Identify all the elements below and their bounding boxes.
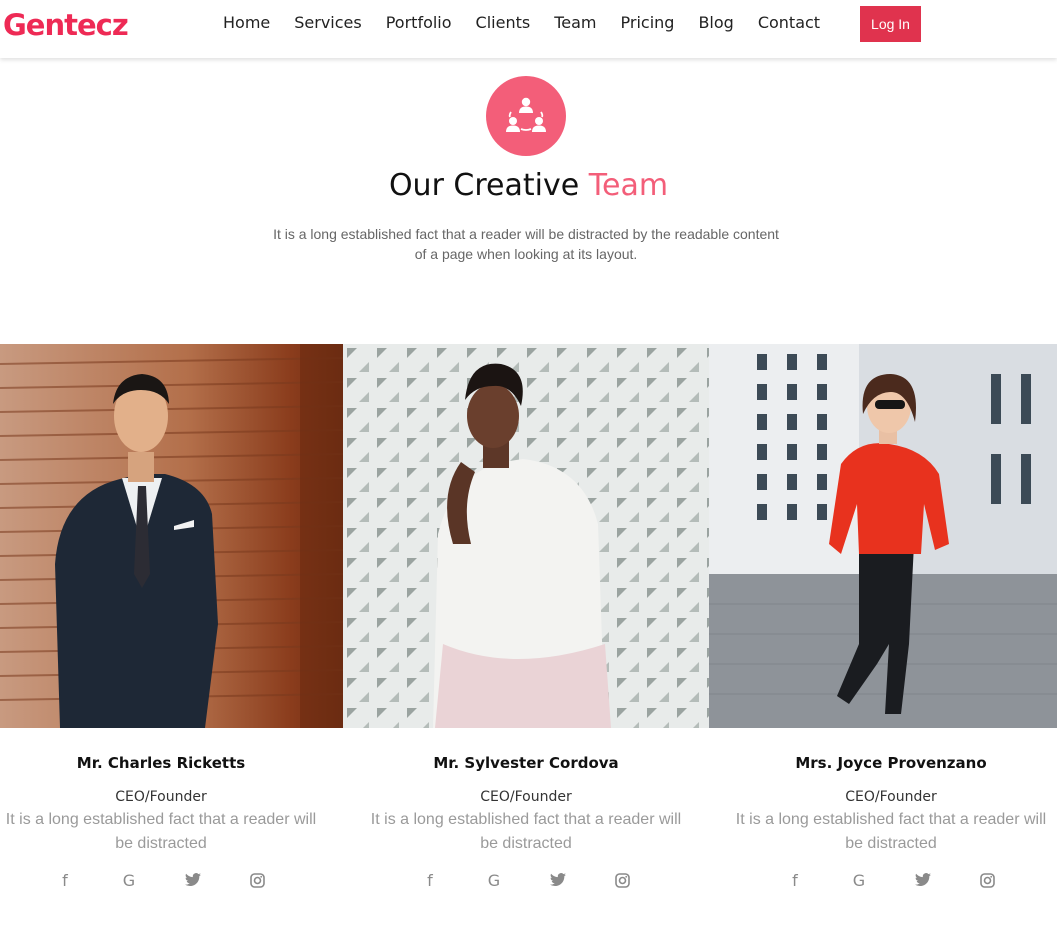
nav-portfolio[interactable]: Portfolio	[374, 12, 464, 34]
member-name: Mr. Charles Ricketts	[76, 754, 246, 772]
instagram-icon[interactable]	[612, 870, 632, 890]
section-title: Our Creative Team	[0, 168, 1057, 203]
team-card-2: Mr. Sylvester Cordova CEO/Founder It is …	[365, 740, 687, 856]
member-role: CEO/Founder	[480, 789, 572, 805]
twitter-icon[interactable]	[913, 870, 933, 890]
team-icon-badge	[486, 76, 566, 156]
instagram-icon[interactable]	[247, 870, 267, 890]
member-role: CEO/Founder	[115, 789, 207, 805]
team-card-3: Mrs. Joyce Provenzano CEO/Founder It is …	[730, 740, 1052, 856]
member-bio: It is a long established fact that a rea…	[370, 811, 682, 852]
section-title-accent: Team	[588, 168, 669, 203]
team-photo-3	[709, 344, 1057, 728]
instagram-icon[interactable]	[977, 870, 997, 890]
section-description: It is a long established fact that a rea…	[273, 226, 779, 262]
nav-team[interactable]: Team	[542, 12, 608, 34]
member-name: Mrs. Joyce Provenzano	[795, 754, 987, 772]
google-icon[interactable]: G	[119, 870, 139, 890]
member-name: Mr. Sylvester Cordova	[433, 754, 619, 772]
google-icon[interactable]: G	[849, 870, 869, 890]
team-photo-2	[343, 344, 709, 728]
facebook-icon[interactable]: f	[785, 870, 805, 890]
nav-contact[interactable]: Contact	[746, 12, 832, 34]
team-card-3-socials: f G	[730, 870, 1052, 890]
navbar: Gentecz Home Services Portfolio Clients …	[0, 0, 1057, 58]
main-nav: Home Services Portfolio Clients Team Pri…	[211, 12, 832, 34]
team-card-2-socials: f G	[365, 870, 687, 890]
member-bio: It is a long established fact that a rea…	[5, 811, 317, 852]
nav-services[interactable]: Services	[282, 12, 373, 34]
team-icon	[506, 97, 546, 132]
twitter-icon[interactable]	[183, 870, 203, 890]
facebook-icon[interactable]: f	[55, 870, 75, 890]
facebook-icon[interactable]: f	[420, 870, 440, 890]
member-bio: It is a long established fact that a rea…	[735, 811, 1047, 852]
nav-blog[interactable]: Blog	[686, 12, 745, 34]
login-button[interactable]: Log In	[860, 6, 921, 42]
team-photo-1	[0, 344, 343, 728]
nav-clients[interactable]: Clients	[464, 12, 543, 34]
nav-pricing[interactable]: Pricing	[609, 12, 687, 34]
google-icon[interactable]: G	[484, 870, 504, 890]
twitter-icon[interactable]	[548, 870, 568, 890]
team-card-1: Mr. Charles Ricketts CEO/Founder It is a…	[0, 740, 322, 856]
nav-home[interactable]: Home	[211, 12, 282, 34]
section-title-main: Our Creative	[388, 168, 580, 203]
site-logo[interactable]: Gentecz	[3, 8, 129, 42]
team-card-1-socials: f G	[0, 870, 322, 890]
member-role: CEO/Founder	[845, 789, 937, 805]
